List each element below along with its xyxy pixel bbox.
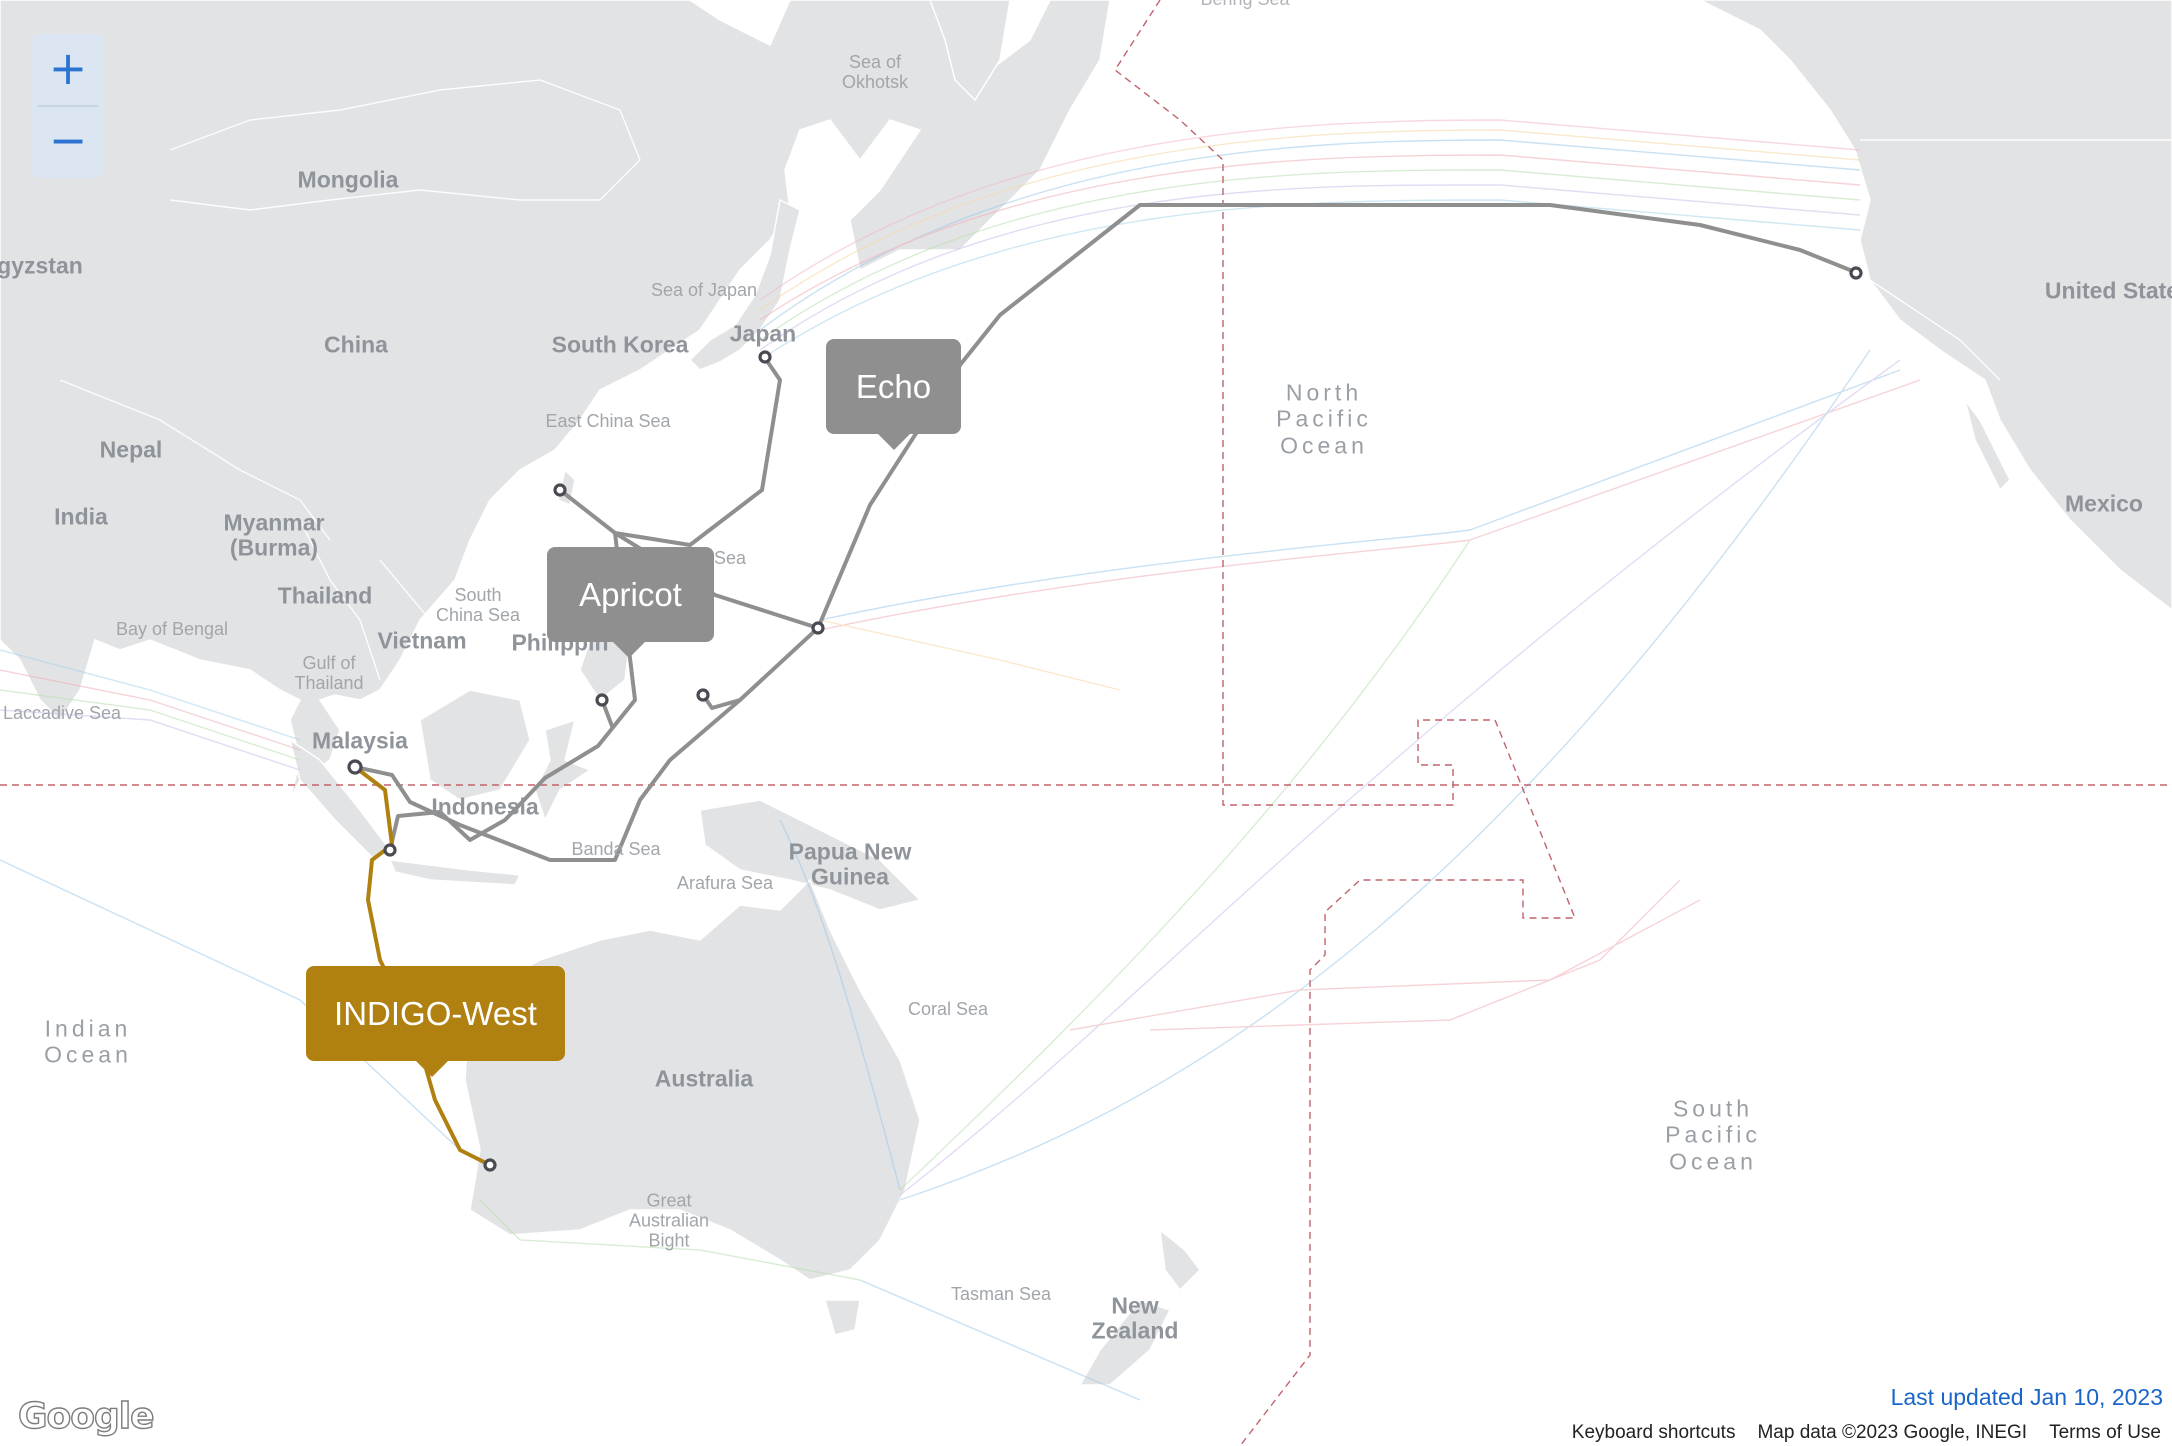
google-logo[interactable]: Google [17, 1395, 155, 1437]
land-borneo [419, 689, 531, 801]
landing-point-philippines [595, 693, 609, 707]
zoom-out-button[interactable]: − [32, 106, 104, 178]
callout-pointer [878, 434, 910, 450]
cable-callout-apricot[interactable]: Apricot [547, 547, 714, 658]
callout-pointer [416, 1061, 448, 1077]
label-banda-sea: Banda Sea [571, 839, 661, 860]
land-tasmania [824, 1299, 861, 1336]
zoom-in-button[interactable]: + [32, 34, 104, 106]
label-nepal: Nepal [99, 436, 163, 463]
label-south-china-sea: South China Sea [435, 585, 521, 625]
cable-callout-echo[interactable]: Echo [826, 339, 961, 450]
label-coral-sea: Coral Sea [907, 999, 989, 1020]
map-data-attribution: Map data ©2023 Google, INEGI [1757, 1422, 2028, 1443]
map-attribution-bar: Keyboard shortcuts Map data ©2023 Google… [1560, 1420, 2172, 1446]
label-east-china-sea: East China Sea [545, 411, 671, 432]
label-north-pacific-ocean: North Pacific Ocean [1276, 379, 1372, 459]
label-new-zealand: New Zealand [1091, 1292, 1179, 1344]
callout-pointer [613, 642, 645, 658]
landing-point-guam [811, 621, 825, 635]
label-sea-of-japan: Sea of Japan [650, 280, 758, 301]
label-bering-sea: Bering Sea [1200, 0, 1289, 10]
label-indonesia: Indonesia [431, 793, 539, 820]
label-laccadive-sea: Laccadive Sea [2, 703, 122, 724]
cable-callout-indigo-west[interactable]: INDIGO-West [306, 966, 565, 1077]
keyboard-shortcuts-link[interactable]: Keyboard shortcuts [1561, 1420, 1747, 1446]
last-updated-text: Last updated Jan 10, 2023 [1890, 1384, 2163, 1410]
label-papua-new-guinea: Papua New Guinea [788, 838, 912, 890]
landing-point-palau [696, 688, 710, 702]
label-australia: Australia [654, 1065, 754, 1092]
landing-point-singapore [347, 759, 363, 775]
label-india: India [54, 503, 108, 530]
landing-point-us [1849, 266, 1863, 280]
label-thailand: Thailand [277, 582, 373, 609]
land-sumatra [288, 738, 392, 861]
landing-point-perth [483, 1158, 497, 1172]
label-mexico: Mexico [2065, 490, 2143, 517]
landing-point-taiwan [553, 483, 567, 497]
label-great-australian-bight: Great Australian Bight [628, 1190, 710, 1250]
label-kyrgyzstan: gyzstan [0, 252, 83, 279]
land-sulawesi [534, 718, 592, 822]
label-sea-of-okhotsk: Sea of Okhotsk [841, 52, 909, 92]
landing-point-japan [758, 350, 772, 364]
label-japan: Japan [729, 320, 797, 347]
label-united-states: United State [2044, 277, 2172, 304]
cable-callout-indigo-west-label: INDIGO-West [334, 994, 537, 1032]
cable-callout-apricot-label: Apricot [579, 575, 682, 613]
label-myanmar: Myanmar (Burma) [223, 509, 325, 561]
land-north-america [1699, 0, 2172, 611]
landing-point-jakarta [383, 843, 397, 857]
submarine-cable-map[interactable]: Mongolia gyzstan China South Korea Japan… [0, 0, 2172, 1446]
land-java [388, 859, 522, 886]
zoom-control: + − [32, 34, 104, 178]
label-arafura-sea: Arafura Sea [676, 873, 774, 894]
label-south-pacific-ocean: South Pacific Ocean [1665, 1095, 1761, 1175]
terms-of-use-link[interactable]: Terms of Use [2038, 1420, 2172, 1446]
label-bay-of-bengal: Bay of Bengal [115, 619, 229, 640]
label-indian-ocean: Indian Ocean [44, 1015, 132, 1068]
label-china: China [324, 331, 388, 358]
label-mongolia: Mongolia [297, 166, 399, 193]
map-canvas[interactable] [0, 0, 2172, 1446]
label-tasman-sea: Tasman Sea [950, 1284, 1052, 1305]
label-philippine-sea: Sea [713, 548, 747, 569]
label-vietnam: Vietnam [377, 627, 467, 654]
label-malaysia: Malaysia [312, 727, 408, 754]
label-south-korea: South Korea [551, 331, 689, 358]
cable-callout-echo-label: Echo [855, 367, 932, 405]
label-gulf-of-thailand: Gulf of Thailand [294, 653, 364, 693]
